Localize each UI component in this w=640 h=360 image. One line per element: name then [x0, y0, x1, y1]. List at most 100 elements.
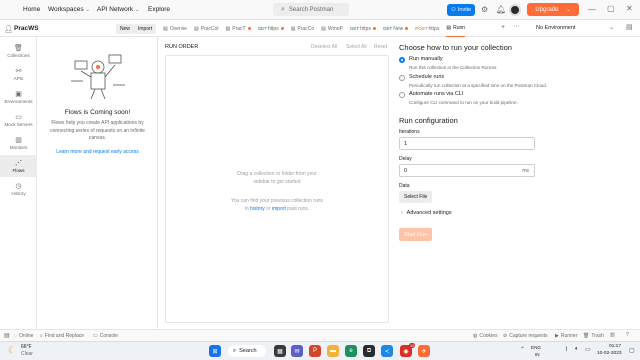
console-icon: ▭	[93, 333, 98, 339]
tab-9[interactable]: ▤ Runn	[446, 20, 466, 37]
language-indicator[interactable]: ENG	[531, 345, 541, 350]
invite-button[interactable]: ⚇ Invite	[447, 4, 475, 16]
delay-input[interactable]: 0 ms	[399, 164, 535, 177]
sidebar-item-collections[interactable]: 🗑︎ Collections	[0, 40, 37, 62]
tab-3[interactable]: GET https	[258, 20, 284, 37]
taskbar-search[interactable]: ⌕ Search	[228, 345, 266, 357]
chevron-down-icon[interactable]: ⌄	[609, 24, 614, 31]
sidebar-item-apis[interactable]: ⚯ APIs	[0, 63, 37, 85]
tab-method: GET	[382, 26, 393, 31]
new-tab-plus-icon[interactable]: +	[501, 24, 505, 31]
tab-7[interactable]: GET New	[382, 20, 409, 37]
history-link[interactable]: history	[250, 206, 265, 212]
automate-cli-radio[interactable]	[399, 92, 405, 98]
nav-api-network[interactable]: API Network ⌄	[97, 6, 139, 13]
capture-requests-button[interactable]: ⊘ Capture requests	[503, 333, 548, 339]
tab-1[interactable]: ▤ PracCol	[194, 20, 219, 37]
sidebar-item-mock-servers[interactable]: ▭ Mock Servers	[0, 109, 37, 131]
sidebar-item-history[interactable]: ◷ History	[0, 178, 37, 200]
console-button[interactable]: ▭ Console	[93, 333, 118, 339]
nav-explore[interactable]: Explore	[148, 6, 170, 13]
task-view-icon[interactable]: ▦	[274, 345, 286, 357]
weather-icon: ☾	[8, 345, 17, 355]
edge-browser-icon[interactable]: e	[345, 345, 357, 357]
run-manually-radio[interactable]	[399, 57, 405, 63]
teams-chat-icon[interactable]: ✉	[291, 345, 303, 357]
nav-home[interactable]: Home	[23, 6, 40, 13]
workspace-tabs-bar: 👤︎ PracWS New Import ▤ Overvie ▤ PracCol ▤ Pr…	[0, 20, 640, 37]
maximize-icon[interactable]: ▢	[607, 4, 615, 13]
top-bar: Home Workspaces ⌄ API Network ⌄ Explore ⌕ …	[0, 0, 640, 20]
tab-2[interactable]: ▤ PracT	[226, 20, 251, 37]
learn-more-link[interactable]: Learn more and request early access	[37, 149, 158, 155]
sidebar-item-flows[interactable]: ⋰ Flows	[0, 155, 37, 177]
advanced-settings-toggle[interactable]: › Advanced settings	[401, 210, 452, 216]
environment-quick-look-icon[interactable]: ▤	[626, 23, 633, 31]
import-button[interactable]: Import	[134, 24, 157, 34]
start-run-button[interactable]: Start Run	[399, 228, 432, 241]
trash-button[interactable]: 🗑︎ Trash	[583, 333, 604, 339]
mock-servers-icon: ▭	[15, 114, 22, 121]
select-all-button[interactable]: Select All	[346, 44, 367, 50]
notification-bell-icon[interactable]: 🔔︎	[496, 5, 506, 14]
chevron-up-icon[interactable]: ⌃	[520, 346, 525, 353]
clock-time[interactable]: 01:17	[609, 344, 621, 349]
schedule-runs-radio[interactable]	[399, 75, 405, 81]
postman-app-icon[interactable]: ✈	[418, 345, 430, 357]
reset-button[interactable]: Reset	[374, 44, 387, 50]
help-icon[interactable]: ?	[626, 332, 629, 338]
delay-value: 0	[404, 167, 408, 174]
start-windows-icon[interactable]: ⊞	[209, 345, 221, 357]
upgrade-button[interactable]: Upgrade ⌄	[527, 3, 579, 16]
new-button[interactable]: New	[116, 24, 135, 34]
tab-4[interactable]: ▤ PracCo	[291, 20, 314, 37]
sidebar-item-label: APIs	[13, 76, 24, 81]
start-run-label: Start Run	[403, 231, 428, 238]
tab-6[interactable]: GET https	[350, 20, 376, 37]
workspace-name[interactable]: PracWS	[14, 25, 39, 32]
vscode-icon[interactable]: ≺	[381, 345, 393, 357]
settings-icon[interactable]: ⚙	[481, 5, 488, 14]
tab-0[interactable]: ▤ Overvie	[163, 20, 187, 37]
tab-8[interactable]: POST https	[415, 20, 439, 37]
unsaved-dot-icon	[280, 27, 284, 30]
file-explorer-icon[interactable]: ▬	[327, 345, 339, 357]
nav-workspaces[interactable]: Workspaces ⌄	[48, 6, 90, 13]
battery-icon[interactable]: ▭	[585, 346, 591, 353]
weather-temp[interactable]: 66°F	[21, 344, 32, 350]
cookies-button[interactable]: ◍ Cookies	[473, 333, 497, 339]
environment-select[interactable]: No Environment	[536, 25, 575, 31]
online-status[interactable]: ◌ Online	[14, 333, 33, 339]
history-icon: ◷	[15, 183, 22, 190]
tab-label: WmoP	[327, 25, 343, 32]
import-link[interactable]: import	[272, 206, 286, 212]
find-replace-button[interactable]: ⌕ Find and Replace	[40, 333, 84, 339]
search-input[interactable]: ⌕ Search Postman	[273, 3, 349, 16]
layout-icon[interactable]: ▥	[610, 332, 615, 338]
tab-5[interactable]: ▤ WmoP	[321, 20, 343, 37]
language-region: IN	[535, 352, 540, 357]
sidebar-item-environments[interactable]: ▣ Environments	[0, 86, 37, 108]
tab-type-icon: ▤	[290, 25, 296, 32]
runner-button[interactable]: ▶ Runner	[555, 333, 577, 339]
wifi-icon[interactable]: ⌇	[565, 346, 568, 353]
powerpoint-icon[interactable]: P	[309, 345, 321, 357]
close-icon[interactable]: ✕	[626, 4, 633, 13]
volume-icon[interactable]: 🔈︎	[575, 346, 579, 353]
sidebar-item-monitors[interactable]: ▥ Monitors	[0, 132, 37, 154]
hint-text: or	[266, 206, 271, 212]
search-placeholder: Search Postman	[288, 6, 334, 13]
notification-center-icon[interactable]: ▢	[629, 347, 635, 354]
trash-label: Trash	[591, 333, 604, 339]
more-tabs-icon[interactable]: ···	[513, 23, 520, 30]
invite-label: Invite	[457, 7, 472, 13]
minimize-icon[interactable]: —	[588, 5, 596, 14]
avatar[interactable]	[509, 4, 521, 16]
runner-icon: ▶	[555, 333, 559, 339]
iterations-input[interactable]: 1	[399, 137, 535, 150]
deselect-all-button[interactable]: Deselect All	[311, 44, 337, 50]
store-icon[interactable]: ⧉	[363, 345, 375, 357]
run-order-dropzone[interactable]	[165, 55, 389, 323]
select-file-button[interactable]: Select File	[399, 191, 433, 203]
toggle-sidebar-icon[interactable]: ▤	[4, 332, 10, 339]
